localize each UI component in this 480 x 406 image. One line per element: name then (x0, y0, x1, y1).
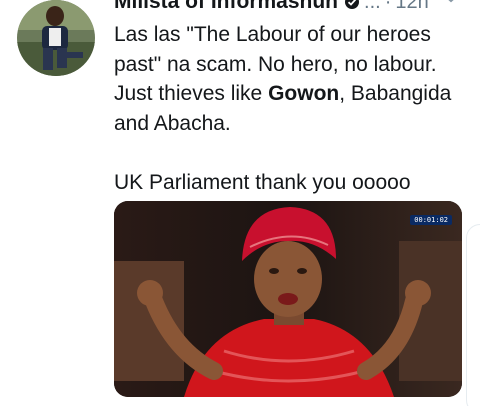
verified-icon (345, 0, 360, 9)
handle[interactable]: ... (364, 0, 381, 14)
tweet-text-line: Just thieves like Gowon, Babangida (114, 79, 474, 109)
tweet-text-line: Las las "The Labour of our heroes (114, 23, 431, 46)
display-name[interactable]: Millsta of Informashun (114, 0, 338, 14)
tweet-text-line: past" na scam. No hero, no labour. (114, 52, 437, 76)
video-timer: 00:01:02 (410, 215, 452, 225)
chevron-down-icon[interactable] (440, 0, 462, 5)
avatar[interactable] (17, 0, 95, 76)
avatar-image (17, 0, 95, 76)
tweet-text-line: UK Parliament thank you ooooo (114, 170, 411, 194)
tweet-text-bold: Gowon (268, 82, 340, 105)
video-frame (114, 201, 462, 397)
tweet-text-line: and Abacha. (114, 111, 231, 135)
tweet[interactable]: Millsta of Informashun ... · 12h Las las… (0, 0, 480, 406)
tweet-text-span: Just thieves like (114, 82, 269, 105)
tweet-text: Las las "The Labour of our heroes past" … (114, 20, 474, 197)
timestamp[interactable]: 12h (395, 0, 428, 14)
tweet-header: Millsta of Informashun ... · 12h (114, 0, 474, 15)
adjacent-card-edge (466, 224, 480, 406)
time-separator: · (384, 0, 392, 13)
tweet-media-video[interactable]: 00:01:02 (114, 201, 462, 397)
tweet-text-span: , Babangida (339, 82, 452, 105)
